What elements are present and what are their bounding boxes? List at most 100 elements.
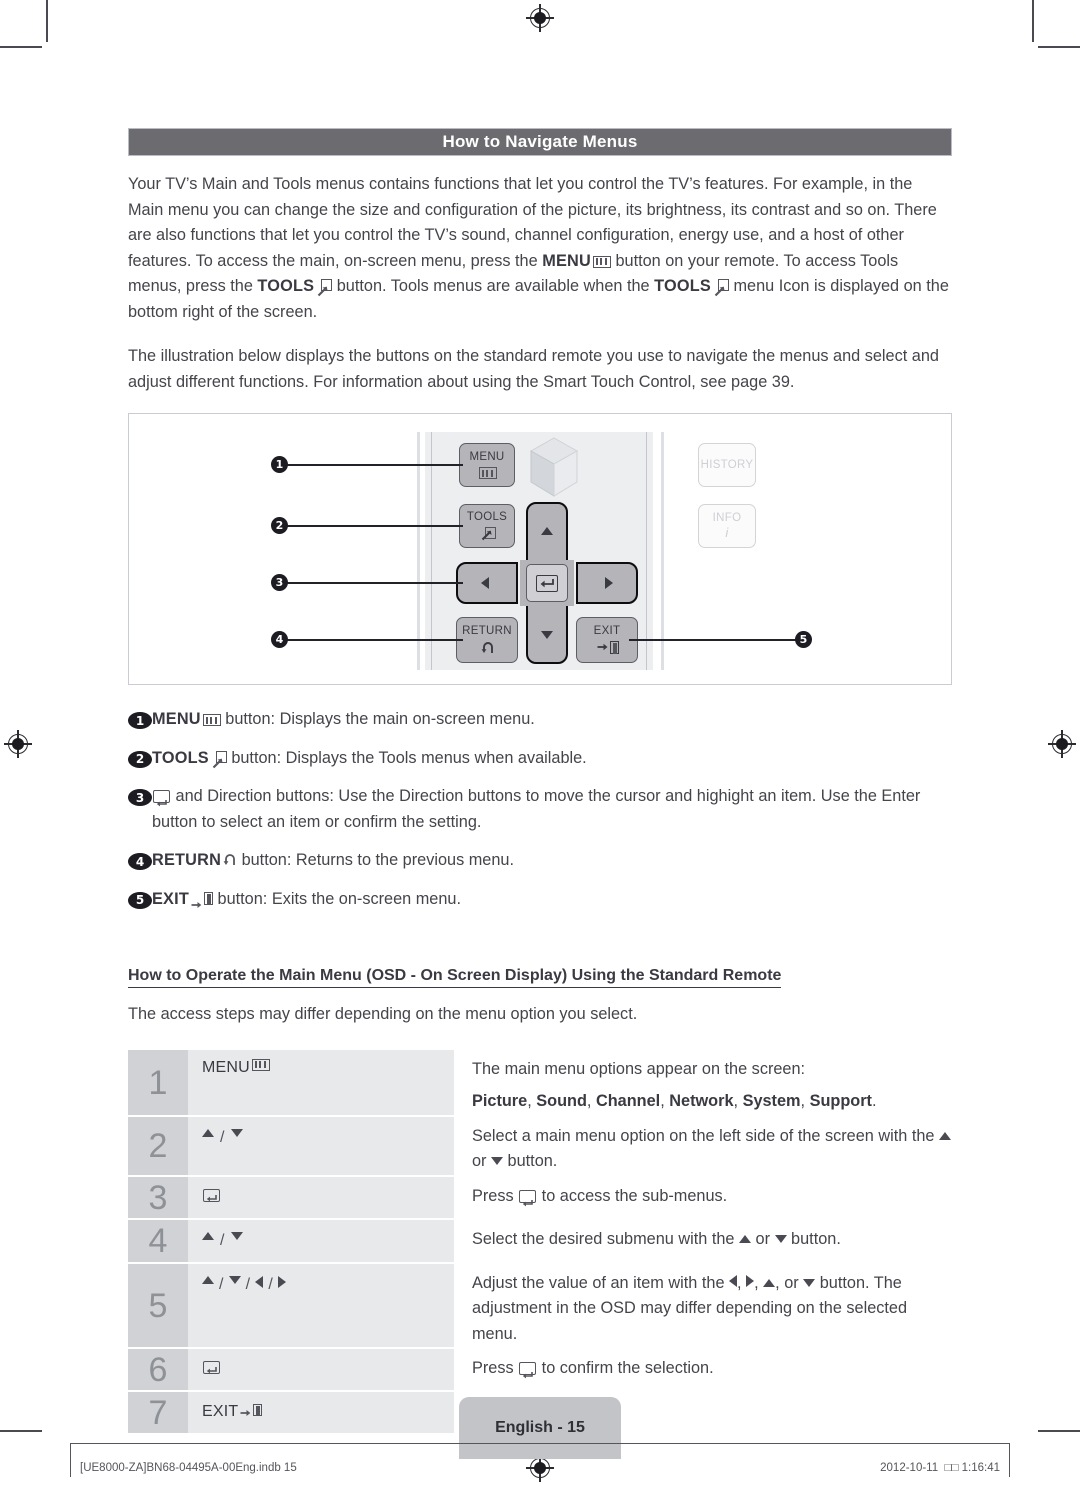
step-description: Press to confirm the selection. bbox=[454, 1349, 952, 1390]
remote-history-button[interactable]: HISTORY bbox=[698, 443, 756, 487]
step-key: / / / bbox=[188, 1263, 454, 1347]
callout-line-5 bbox=[629, 639, 797, 641]
menu-option-network: Network bbox=[669, 1092, 734, 1110]
step4-text-b: or bbox=[751, 1229, 775, 1248]
crop-mark-top-left bbox=[46, 0, 48, 42]
list-text-1: MENU button: Displays the main on-screen… bbox=[152, 707, 535, 733]
table-row: 6 Press to confirm the selection. bbox=[128, 1349, 952, 1390]
arrow-right-icon bbox=[277, 1275, 286, 1288]
remote-enter-button[interactable] bbox=[526, 564, 568, 602]
remote-menu-button[interactable]: MENU bbox=[459, 443, 515, 487]
remote-dpad-left[interactable] bbox=[456, 562, 518, 604]
step-key: / bbox=[188, 1116, 454, 1175]
list-item: 3 and Direction buttons: Use the Directi… bbox=[128, 784, 952, 835]
step-description: Select the desired submenu with the or b… bbox=[454, 1220, 952, 1262]
menu-icon bbox=[202, 714, 221, 726]
registration-mark-right bbox=[1048, 730, 1076, 758]
arrow-up-icon bbox=[202, 1275, 214, 1284]
step-description: Adjust the value of an item with the , ,… bbox=[454, 1264, 952, 1348]
enter-icon bbox=[203, 1361, 220, 1374]
footer-tick-left bbox=[70, 1443, 71, 1477]
desc-body-2: button: Displays the Tools menus when av… bbox=[226, 748, 587, 767]
step-number: 6 bbox=[128, 1349, 188, 1390]
callout-bullet-1: 1 bbox=[271, 456, 288, 473]
list-bullet-4: 4 bbox=[128, 853, 152, 870]
menu-icon bbox=[592, 255, 611, 268]
remote-history-label: HISTORY bbox=[700, 458, 754, 471]
remote-menu-label: MENU bbox=[469, 450, 505, 463]
tools-icon-2 bbox=[714, 279, 729, 297]
step-key: EXIT bbox=[188, 1392, 454, 1433]
crop-mark-right-top bbox=[1038, 46, 1080, 48]
footer-file-reference: [UE8000-ZA]BN68-04495A-00Eng.indb 15 bbox=[80, 1462, 297, 1474]
return-icon bbox=[223, 850, 237, 865]
crop-mark-left-bottom bbox=[0, 1430, 42, 1432]
table-row: 4 / Select the desired submenu with the … bbox=[128, 1219, 952, 1262]
remote-return-label: RETURN bbox=[462, 625, 512, 638]
intro-text-c: button. Tools menus are available when t… bbox=[332, 277, 655, 295]
step5-text-d: , or bbox=[775, 1273, 804, 1292]
list-item: 4 RETURN button: Returns to the previous… bbox=[128, 848, 952, 874]
enter-icon bbox=[536, 574, 558, 592]
remote-tools-label: TOOLS bbox=[466, 510, 508, 523]
three-d-cube-icon bbox=[525, 436, 583, 498]
list-item: 2 TOOLS button: Displays the Tools menus… bbox=[128, 746, 952, 772]
list-text-4: RETURN button: Returns to the previous m… bbox=[152, 848, 514, 874]
menu-option-sound: Sound bbox=[536, 1092, 587, 1110]
table-row: 3 Press to access the sub-menus. bbox=[128, 1176, 952, 1218]
step-key bbox=[188, 1349, 454, 1390]
step-number: 3 bbox=[128, 1176, 188, 1218]
arrow-down-icon bbox=[541, 631, 553, 639]
callout-line-4 bbox=[287, 639, 463, 641]
step3-text-a: Press bbox=[472, 1186, 519, 1205]
step1-line1: The main menu options appear on the scre… bbox=[472, 1059, 806, 1078]
step-key: / bbox=[188, 1219, 454, 1262]
steps-table: 1 MENU The main menu options appear on t… bbox=[128, 1049, 952, 1433]
arrow-up-icon bbox=[202, 1231, 214, 1240]
footer-time: 1:16:41 bbox=[961, 1462, 1000, 1474]
step5-text-b: , bbox=[737, 1273, 747, 1292]
remote-info-button[interactable]: INFO i bbox=[698, 504, 756, 548]
step6-text-a: Press bbox=[472, 1359, 519, 1377]
tools-icon bbox=[212, 750, 227, 768]
list-text-5: EXIT button: Exits the on-screen menu. bbox=[152, 887, 461, 913]
step4-text-a: Select the desired submenu with the bbox=[472, 1229, 739, 1248]
list-bullet-1: 1 bbox=[128, 712, 152, 729]
page-content: How to Navigate Menus Your TV’s Main and… bbox=[128, 0, 952, 1435]
exit-icon bbox=[191, 892, 213, 908]
list-text-2: TOOLS button: Displays the Tools menus w… bbox=[152, 746, 587, 772]
list-bullet-3: 3 bbox=[128, 789, 152, 806]
menu-keyword: MENU bbox=[542, 251, 591, 270]
intro-paragraph-2: The illustration below displays the butt… bbox=[128, 347, 939, 391]
arrow-up-icon bbox=[202, 1128, 214, 1137]
section-title-bar: How to Navigate Menus bbox=[128, 128, 952, 156]
registration-mark-left bbox=[4, 730, 32, 758]
step-description: Select a main menu option on the left si… bbox=[454, 1117, 952, 1175]
list-text-3: and Direction buttons: Use the Direction… bbox=[152, 784, 952, 835]
remote-return-button[interactable]: RETURN bbox=[456, 617, 518, 663]
tools-keyword-2: TOOLS bbox=[654, 277, 711, 295]
remote-dpad-right[interactable] bbox=[576, 562, 638, 604]
callout-line-3 bbox=[287, 582, 463, 584]
remote-exit-label: EXIT bbox=[593, 625, 621, 638]
section-title: How to Navigate Menus bbox=[442, 132, 638, 151]
desc-body-3: and Direction buttons: Use the Direction… bbox=[152, 787, 921, 831]
step2-text-b: or bbox=[472, 1152, 492, 1170]
arrow-up-icon bbox=[739, 1234, 751, 1243]
footer-time-prefix: □□ bbox=[944, 1462, 959, 1474]
arrow-up-icon bbox=[541, 527, 553, 535]
footer-date: 2012-10-11 bbox=[880, 1462, 939, 1474]
table-row: 2 / Select a main menu option on the lef… bbox=[128, 1116, 952, 1175]
remote-tools-button[interactable]: TOOLS bbox=[459, 504, 515, 548]
remote-illustration: MENU HISTORY TOOLS INFO i RETURN EXIT 1 … bbox=[128, 413, 952, 685]
step-number: 5 bbox=[128, 1263, 188, 1347]
arrow-down-icon bbox=[228, 1275, 241, 1284]
operate-heading: How to Operate the Main Menu (OSD - On S… bbox=[128, 967, 782, 988]
remote-info-sublabel: i bbox=[725, 525, 729, 541]
arrow-left-icon bbox=[255, 1275, 264, 1288]
page-number-badge: English - 15 bbox=[459, 1397, 621, 1459]
step-number: 4 bbox=[128, 1219, 188, 1262]
callout-bullet-2: 2 bbox=[271, 517, 288, 534]
arrow-left-icon bbox=[481, 577, 489, 589]
menu-option-channel: Channel bbox=[595, 1092, 661, 1110]
